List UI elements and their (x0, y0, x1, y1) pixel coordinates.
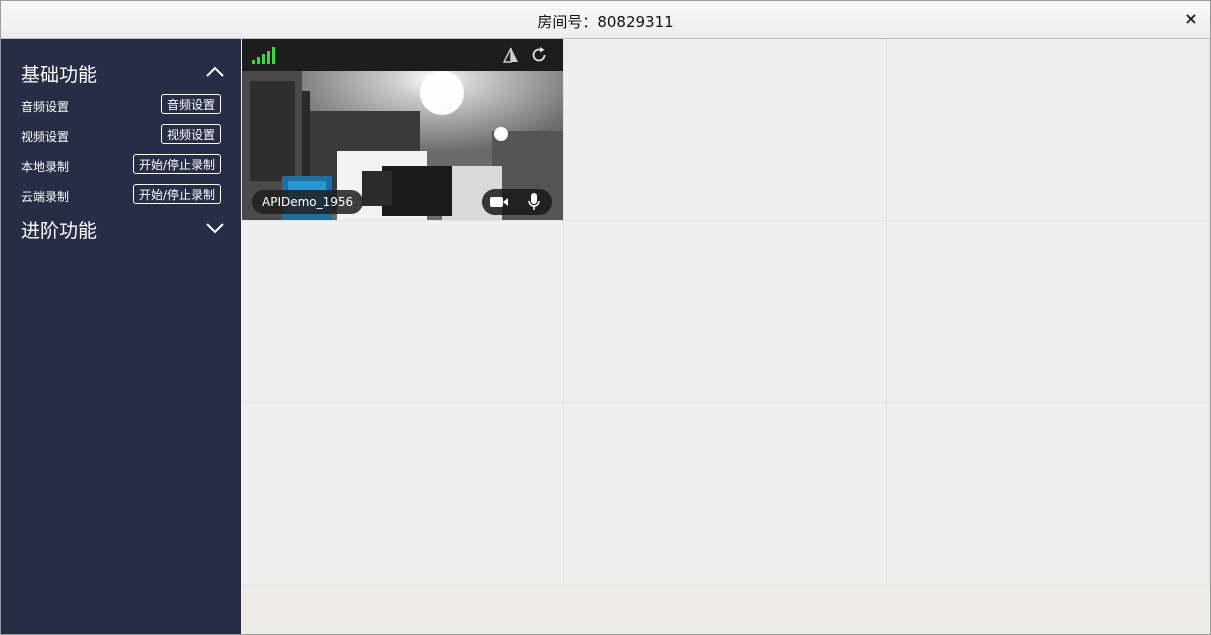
user-name-badge: APIDemo_1956 (252, 190, 364, 214)
refresh-icon[interactable] (530, 46, 548, 64)
video-cell-empty (887, 403, 1210, 585)
video-cell-empty (564, 39, 887, 221)
app-window: 房间号：80829311 × 基础功能 音频设置 音频设置 视频设置 视频设置 … (0, 0, 1211, 635)
video-settings-label: 视频设置 (21, 130, 70, 144)
row-cloud-record: 云端录制 开始/停止录制 (21, 184, 221, 206)
video-cell: APIDemo_1956 (242, 39, 564, 221)
cloud-record-button[interactable]: 开始/停止录制 (132, 184, 221, 204)
local-record-label: 本地录制 (21, 160, 70, 174)
row-local-record: 本地录制 开始/停止录制 (21, 154, 221, 176)
section-basic-title: 基础功能 (21, 64, 98, 86)
local-record-button[interactable]: 开始/停止录制 (132, 154, 221, 174)
video-cell-empty (887, 39, 1210, 221)
section-advanced-title: 进阶功能 (21, 220, 98, 242)
video-grid: APIDemo_1956 (242, 39, 1210, 585)
audio-settings-label: 音频设置 (21, 100, 70, 114)
title-bar: 房间号：80829311 × (1, 1, 1210, 39)
video-settings-button[interactable]: 视频设置 (160, 124, 221, 144)
video-cell-empty (564, 403, 887, 585)
window-title: 房间号：80829311 (537, 13, 674, 31)
video-toolbar (242, 39, 563, 71)
video-cell-empty (242, 221, 564, 403)
signal-strength-icon (252, 47, 275, 64)
microphone-icon[interactable] (527, 192, 541, 212)
video-cell-empty (242, 403, 564, 585)
section-basic-header[interactable]: 基础功能 (21, 60, 226, 86)
video-cell-empty (887, 221, 1210, 403)
media-controls (482, 189, 552, 215)
mirror-icon[interactable] (502, 46, 520, 64)
audio-settings-button[interactable]: 音频设置 (160, 94, 221, 114)
bottom-area (242, 586, 1210, 634)
sidebar: 基础功能 音频设置 音频设置 视频设置 视频设置 本地录制 开始/停止录制 云端… (1, 39, 241, 634)
camera-icon[interactable] (489, 194, 509, 210)
close-button[interactable]: × (1182, 10, 1200, 28)
chevron-up-icon (206, 66, 224, 77)
section-advanced-header[interactable]: 进阶功能 (21, 216, 226, 242)
row-audio-settings: 音频设置 音频设置 (21, 94, 221, 116)
video-cell-empty (564, 221, 887, 403)
row-video-settings: 视频设置 视频设置 (21, 124, 221, 146)
local-video-view: APIDemo_1956 (242, 39, 563, 220)
cloud-record-label: 云端录制 (21, 190, 70, 204)
chevron-down-icon (206, 223, 224, 234)
